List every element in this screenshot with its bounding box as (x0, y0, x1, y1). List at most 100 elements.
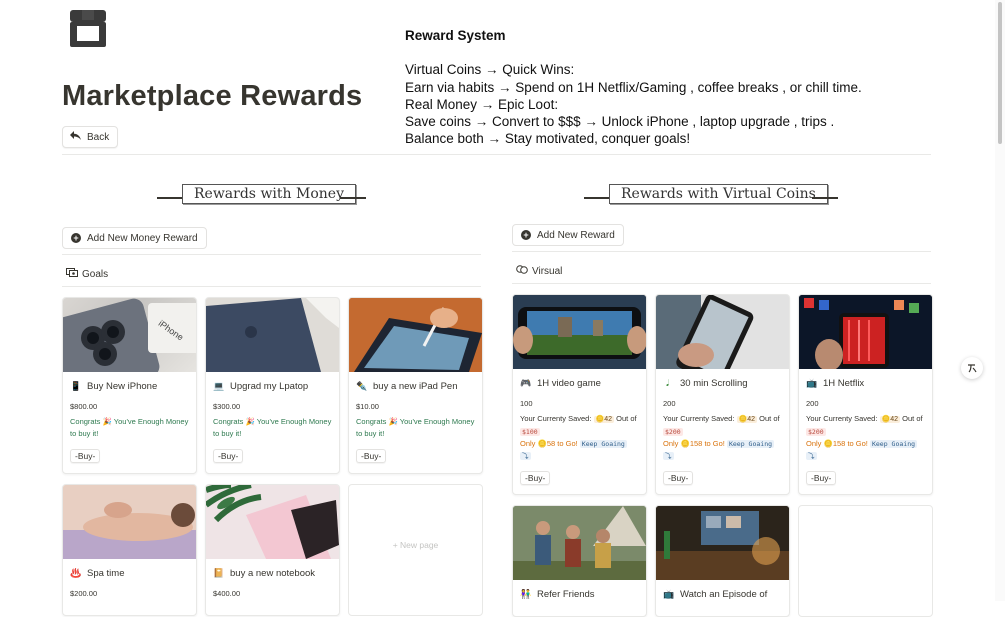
reward-card[interactable]: 💻 Upgrad my Lpatop $300.00 Congrats 🎉 You… (205, 297, 340, 474)
buy-button[interactable]: -Buy- (806, 471, 837, 485)
new-page-card[interactable]: + New page (348, 484, 483, 616)
out-of-label: Out of (616, 414, 637, 423)
add-coin-reward-label: Add New Reward (537, 229, 615, 241)
page-title: Marketplace Rewards (62, 80, 363, 112)
view-tab-virsual[interactable]: Virsual (516, 265, 562, 277)
card-title: buy a new notebook (230, 568, 316, 579)
tv-icon: 📺 (663, 589, 675, 599)
reward-card[interactable]: 📺 Watch an Episode of (655, 505, 790, 617)
reward-line: Real Money → Epic Loot: (405, 96, 559, 112)
notebook-image (206, 485, 339, 559)
target-badge: $100 (520, 428, 540, 436)
notebook-icon: 📔 (213, 568, 225, 578)
help-icon[interactable] (961, 357, 983, 379)
keep-going-badge: Keep Goaing (579, 440, 627, 448)
reward-card[interactable]: 🎮 1H video game 100 Your Currenty Saved: … (512, 294, 647, 495)
remaining-text: Only 🪙58 to Go! (520, 439, 578, 448)
remaining-text: Only 🪙158 to Go! (806, 439, 868, 448)
card-title: 1H video game (537, 378, 601, 389)
view-tab-label: Goals (82, 268, 109, 280)
divider (512, 251, 931, 252)
friends-image (513, 506, 646, 580)
saved-label: Your Currenty Saved: (806, 414, 878, 423)
saved-coins-badge: 🪙42 (736, 416, 758, 423)
card-price: $10.00 (356, 402, 379, 411)
card-title: Upgrad my Lpatop (230, 381, 309, 392)
card-title: Watch an Episode of (680, 589, 768, 600)
card-price: $400.00 (213, 589, 241, 598)
plus-circle-icon: + (521, 230, 531, 240)
empty-card (798, 505, 933, 617)
scrollbar-thumb[interactable] (998, 2, 1002, 144)
saved-label: Your Currenty Saved: (663, 414, 735, 423)
reward-line: Virtual Coins → Quick Wins: (405, 62, 575, 78)
buy-button[interactable]: -Buy- (356, 449, 387, 463)
card-title: Buy New iPhone (87, 381, 158, 392)
saved-status: Your Currenty Saved: 🪙42 Out of $200 Onl… (806, 413, 925, 462)
keep-going-badge-tail: ⤵ (663, 452, 674, 460)
heading-rule-right (812, 197, 838, 199)
gamepad-icon: 🎮 (520, 378, 532, 388)
heading-rule-left (157, 197, 183, 199)
out-of-label: Out of (759, 414, 780, 423)
card-price: $300.00 (213, 402, 241, 411)
saved-coins-badge: 🪙42 (879, 416, 901, 423)
view-tab-goals[interactable]: Goals (66, 268, 108, 280)
card-title: Spa time (87, 568, 125, 579)
money-icon (66, 268, 78, 280)
coins-section-heading: Rewards with Virtual Coins (609, 184, 828, 204)
reward-line: Balance both → Stay motivated, conquer g… (405, 131, 691, 147)
tv-icon: 📺 (806, 378, 818, 388)
card-title: Refer Friends (537, 589, 595, 600)
back-button[interactable]: Back (62, 126, 119, 148)
card-price: $800.00 (70, 402, 98, 411)
people-icon: 👫 (520, 589, 532, 599)
keep-going-badge: Keep Goaing (726, 440, 775, 448)
new-page-label: + New page (392, 540, 439, 550)
reward-card[interactable]: ♨️ Spa time $200.00 (62, 484, 197, 616)
keep-going-badge-tail: ⤵ (806, 452, 817, 460)
money-section-heading: Rewards with Money (182, 184, 356, 204)
laptop-image (206, 298, 339, 372)
reward-card[interactable]: 👫 Refer Friends (512, 505, 647, 617)
back-arrow-icon (70, 131, 81, 143)
out-of-label: Out of (902, 414, 923, 423)
divider (512, 283, 931, 284)
spa-icon: ♨️ (70, 568, 82, 578)
iphone-image: iPhone (63, 298, 196, 372)
saved-coins-badge: 🪙42 (593, 416, 615, 423)
reward-line: Save coins → Convert to $$$ → Unlock iPh… (405, 114, 835, 130)
card-cost: 200 (806, 399, 819, 408)
divider (62, 254, 481, 255)
reward-card[interactable]: iPhone 📱 Buy New iPhone $800.00 Congrats … (62, 297, 197, 474)
laptop-icon: 💻 (213, 381, 225, 391)
buy-button[interactable]: -Buy- (663, 471, 694, 485)
divider (62, 154, 931, 155)
reward-card[interactable]: 𝅘𝅥 30 min Scrolling 200 Your Currenty Sav… (655, 294, 790, 495)
buy-button[interactable]: -Buy- (213, 449, 244, 463)
scrolling-image (656, 295, 789, 369)
add-coin-reward-button[interactable]: + Add New Reward (512, 224, 624, 246)
reward-system-title: Reward System (405, 28, 506, 43)
pen-icon: ✒️ (356, 381, 368, 391)
reward-card[interactable]: 📺 1H Netflix 200 Your Currenty Saved: 🪙42… (798, 294, 933, 495)
heading-rule-right (340, 197, 366, 199)
buy-button[interactable]: -Buy- (70, 449, 101, 463)
ipad-pen-image (349, 298, 482, 372)
saved-label: Your Currenty Saved: (520, 414, 592, 423)
reward-card[interactable]: 📔 buy a new notebook $400.00 (205, 484, 340, 616)
buy-button[interactable]: -Buy- (520, 471, 551, 485)
target-badge: $200 (663, 428, 683, 436)
reward-card[interactable]: ✒️ buy a new iPad Pen $10.00 Congrats 🎉 Y… (348, 297, 483, 474)
netflix-image (799, 295, 932, 369)
coins-icon (516, 265, 528, 277)
add-money-reward-button[interactable]: + Add New Money Reward (62, 227, 207, 249)
congrats-text: Congrats 🎉 You've Enough Money to buy it… (356, 417, 475, 438)
saved-status: Your Currenty Saved: 🪙42 Out of $100 Onl… (520, 413, 639, 462)
target-badge: $200 (806, 428, 826, 436)
episode-image (656, 506, 789, 580)
divider (62, 286, 481, 287)
reward-system-description: Reward System Virtual Coins → Quick Wins… (405, 27, 862, 148)
congrats-text: Congrats 🎉 You've Enough Money to buy it… (70, 417, 189, 438)
add-money-reward-label: Add New Money Reward (87, 232, 198, 244)
